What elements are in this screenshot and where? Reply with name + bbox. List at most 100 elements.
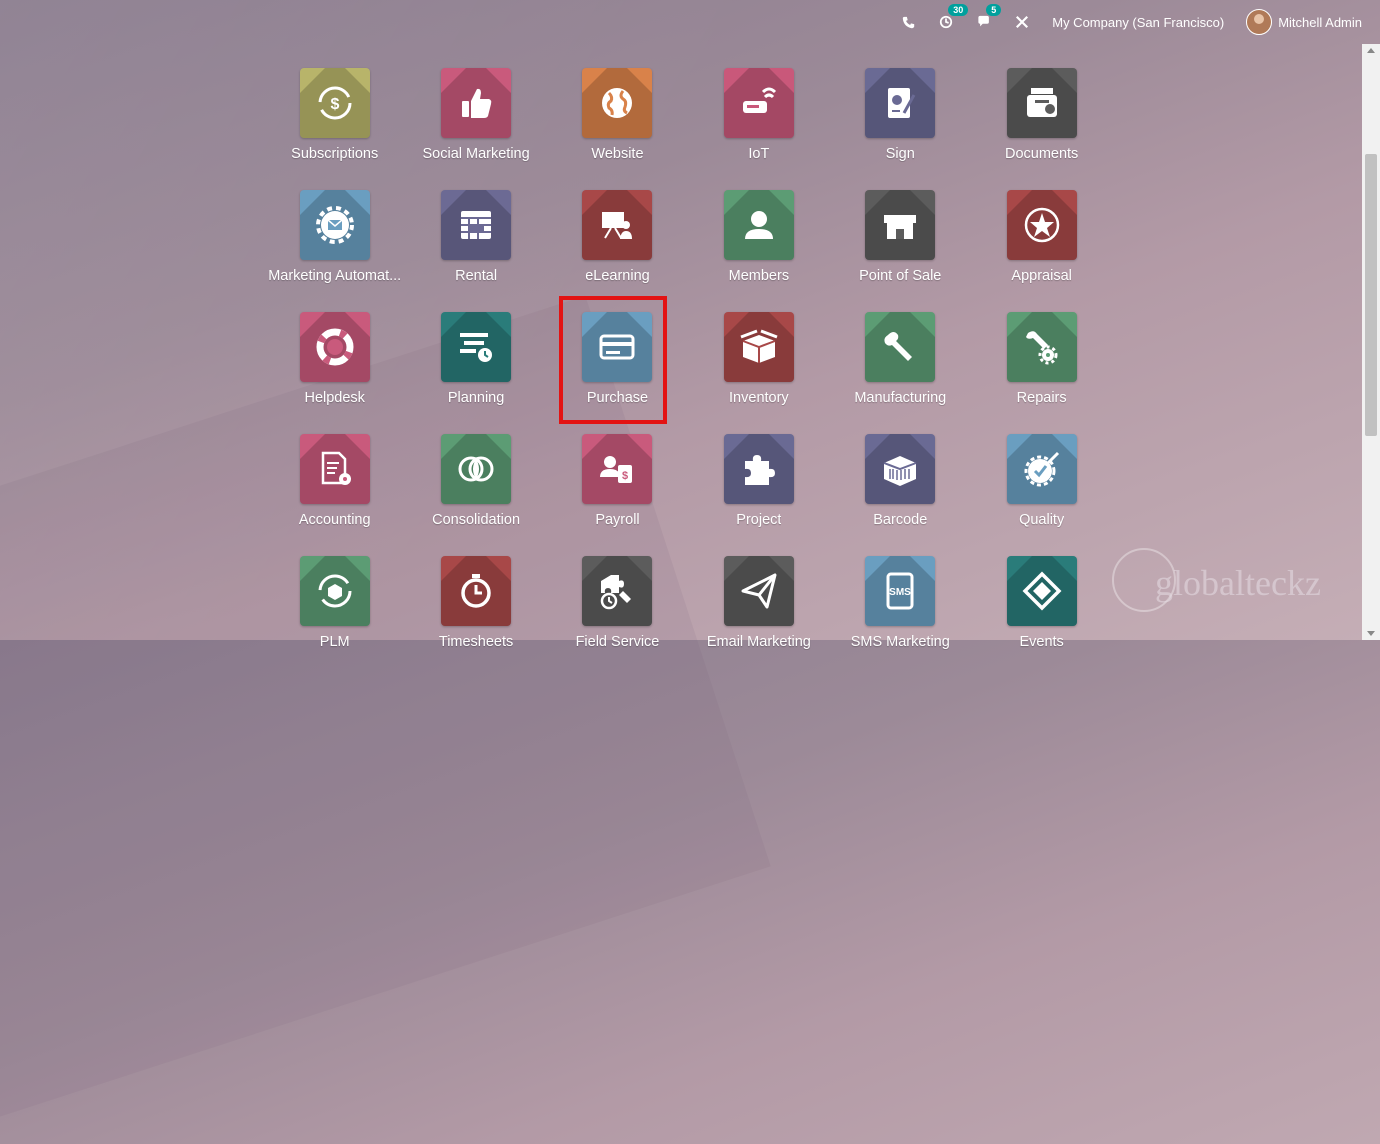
app-subscriptions[interactable]: $ Subscriptions bbox=[264, 68, 405, 168]
app-label: eLearning bbox=[585, 268, 650, 284]
app-label: Helpdesk bbox=[304, 390, 365, 406]
app-repairs[interactable]: Repairs bbox=[971, 312, 1112, 412]
scrollbar-thumb[interactable] bbox=[1365, 154, 1377, 436]
app-field-service[interactable]: Field Service bbox=[547, 556, 688, 656]
svg-text:$: $ bbox=[330, 96, 339, 113]
tools-icon bbox=[1014, 14, 1030, 30]
debug-tools-button[interactable] bbox=[1014, 14, 1030, 30]
app-social-marketing[interactable]: Social Marketing bbox=[405, 68, 546, 168]
thumbs-up-icon bbox=[441, 68, 512, 138]
app-inventory[interactable]: Inventory bbox=[688, 312, 829, 412]
app-rental[interactable]: Rental bbox=[405, 190, 546, 290]
company-name: My Company (San Francisco) bbox=[1052, 14, 1225, 30]
app-website[interactable]: Website bbox=[547, 68, 688, 168]
user-menu[interactable]: Mitchell Admin bbox=[1246, 9, 1362, 35]
app-consolidation[interactable]: Consolidation bbox=[405, 434, 546, 534]
vertical-scrollbar[interactable] bbox=[1362, 44, 1380, 640]
subscriptions-icon: $ bbox=[299, 68, 370, 138]
app-marketing-automat[interactable]: Marketing Automat... bbox=[264, 190, 405, 290]
star-icon bbox=[1006, 190, 1077, 260]
calendar-grid-icon bbox=[441, 190, 512, 260]
app-label: Manufacturing bbox=[854, 390, 947, 406]
lifebuoy-icon bbox=[299, 312, 370, 382]
sign-icon bbox=[865, 68, 936, 138]
app-events[interactable]: Events bbox=[971, 556, 1112, 656]
app-label: SMS Marketing bbox=[850, 634, 950, 650]
repair-gears-icon bbox=[1006, 312, 1077, 382]
app-purchase[interactable]: Purchase bbox=[547, 312, 688, 412]
app-label: Members bbox=[728, 268, 790, 284]
app-label: Consolidation bbox=[432, 512, 521, 528]
app-label: Barcode bbox=[873, 512, 928, 528]
app-planning[interactable]: Planning bbox=[405, 312, 546, 412]
apps-grid: $ Subscriptions Social Marketing Website IoT… bbox=[264, 68, 1114, 656]
app-quality[interactable]: Quality bbox=[971, 434, 1112, 534]
phone-button[interactable] bbox=[900, 14, 916, 30]
app-sms-marketing[interactable]: SMS SMS Marketing bbox=[830, 556, 971, 656]
accounting-icon bbox=[299, 434, 370, 504]
scroll-up-arrow-icon[interactable] bbox=[1367, 48, 1375, 53]
app-label: Accounting bbox=[298, 512, 371, 528]
app-point-of-sale[interactable]: Point of Sale bbox=[830, 190, 971, 290]
svg-text:SMS: SMS bbox=[889, 587, 911, 598]
app-label: Subscriptions bbox=[291, 146, 379, 162]
activity-icon bbox=[938, 14, 954, 30]
app-manufacturing[interactable]: Manufacturing bbox=[830, 312, 971, 412]
paper-plane-icon bbox=[723, 556, 794, 626]
app-label: Website bbox=[591, 146, 644, 162]
app-payroll[interactable]: $ Payroll bbox=[547, 434, 688, 534]
app-label: Marketing Automat... bbox=[268, 268, 402, 284]
app-label: Inventory bbox=[729, 390, 789, 406]
app-label: Appraisal bbox=[1011, 268, 1072, 284]
app-helpdesk[interactable]: Helpdesk bbox=[264, 312, 405, 412]
shop-icon bbox=[865, 190, 936, 260]
app-sign[interactable]: Sign bbox=[830, 68, 971, 168]
messages-button[interactable]: 5 bbox=[976, 4, 1002, 30]
app-label: Email Marketing bbox=[706, 634, 811, 650]
top-navbar: 30 5 My Company (San Francisco) Mitchell… bbox=[0, 0, 1380, 44]
scroll-down-arrow-icon[interactable] bbox=[1367, 631, 1375, 636]
quality-icon bbox=[1006, 434, 1077, 504]
app-label: Social Marketing bbox=[422, 146, 530, 162]
app-label: IoT bbox=[748, 146, 770, 162]
avatar bbox=[1246, 9, 1273, 35]
field-service-icon bbox=[582, 556, 653, 626]
app-label: Quality bbox=[1019, 512, 1065, 528]
app-label: Sign bbox=[885, 146, 915, 162]
activity-button[interactable]: 30 bbox=[938, 4, 969, 30]
chat-icon bbox=[976, 14, 992, 30]
circles-icon bbox=[441, 434, 512, 504]
app-label: Purchase bbox=[586, 390, 649, 406]
app-iot[interactable]: IoT bbox=[688, 68, 829, 168]
company-switcher[interactable]: My Company (San Francisco) bbox=[1052, 15, 1224, 30]
watermark-text: globalteckz bbox=[1155, 563, 1321, 603]
gear-mail-icon bbox=[299, 190, 370, 260]
app-label: Planning bbox=[447, 390, 505, 406]
app-appraisal[interactable]: Appraisal bbox=[971, 190, 1112, 290]
app-documents[interactable]: Documents bbox=[971, 68, 1112, 168]
credit-card-icon bbox=[582, 312, 653, 382]
app-barcode[interactable]: Barcode bbox=[830, 434, 971, 534]
messages-count-badge: 5 bbox=[986, 4, 1002, 16]
app-label: Repairs bbox=[1016, 390, 1067, 406]
app-label: Project bbox=[736, 512, 782, 528]
app-plm[interactable]: PLM bbox=[264, 556, 405, 656]
app-members[interactable]: Members bbox=[688, 190, 829, 290]
stopwatch-icon bbox=[441, 556, 512, 626]
app-accounting[interactable]: Accounting bbox=[264, 434, 405, 534]
app-email-marketing[interactable]: Email Marketing bbox=[688, 556, 829, 656]
globe-icon bbox=[582, 68, 653, 138]
user-name: Mitchell Admin bbox=[1278, 14, 1362, 30]
box-icon bbox=[723, 312, 794, 382]
app-label: Point of Sale bbox=[859, 268, 942, 284]
app-timesheets[interactable]: Timesheets bbox=[405, 556, 546, 656]
sms-icon: SMS bbox=[865, 556, 936, 626]
iot-icon bbox=[723, 68, 794, 138]
app-elearning[interactable]: eLearning bbox=[547, 190, 688, 290]
activity-count-badge: 30 bbox=[948, 4, 969, 16]
app-label: Documents bbox=[1004, 146, 1079, 162]
app-label: PLM bbox=[319, 634, 350, 650]
documents-icon bbox=[1006, 68, 1077, 138]
app-project[interactable]: Project bbox=[688, 434, 829, 534]
app-label: Rental bbox=[455, 268, 498, 284]
